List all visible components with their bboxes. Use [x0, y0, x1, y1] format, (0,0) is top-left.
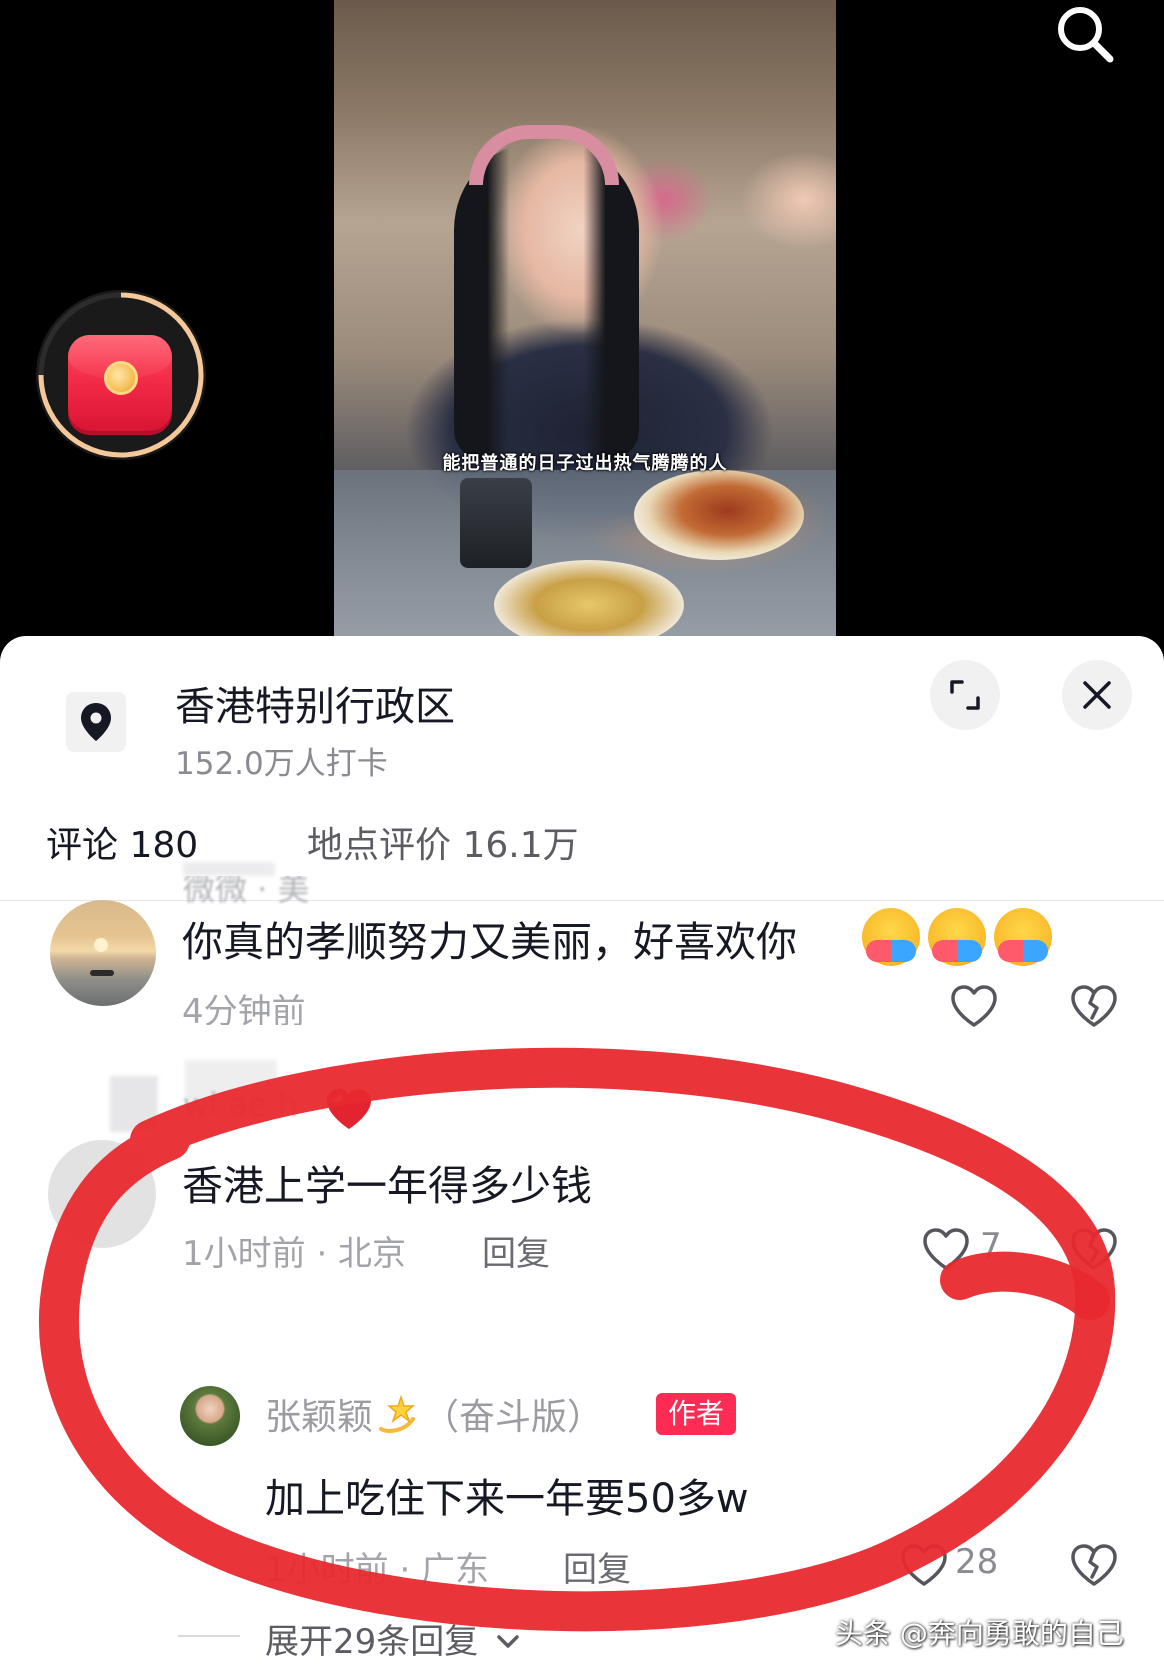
video-subtitle: 能把普通的日子过出热气腾腾的人	[442, 453, 728, 474]
location-title[interactable]: 香港特别行政区	[175, 674, 455, 732]
author-username-suffix: （奋斗版）	[423, 1397, 604, 1438]
expand-replies-button[interactable]: 展开29条回复	[265, 1614, 521, 1663]
heart-outline-icon[interactable]	[900, 1543, 948, 1587]
expand-button[interactable]	[930, 660, 1000, 730]
hugging-face-emoji	[994, 908, 1052, 966]
hugging-face-emoji	[928, 908, 986, 966]
comment-text: 香港上学一年得多少钱	[182, 1162, 592, 1210]
author-avatar[interactable]	[180, 1386, 240, 1446]
comment-tabs: 评论 180 地点评价 16.1万	[0, 816, 1164, 896]
heart-outline-icon[interactable]	[922, 1227, 970, 1271]
expand-replies-line	[178, 1635, 240, 1637]
heart-outline-icon[interactable]	[950, 984, 998, 1028]
avatar[interactable]	[50, 900, 156, 1006]
author-username-text: 张颖颖	[265, 1397, 374, 1438]
comment-username[interactable]: wi ae h	[183, 1086, 298, 1124]
dizzy-star-emoji	[379, 1394, 416, 1433]
reply-button[interactable]: 回复	[563, 1542, 631, 1591]
comment-time: 1小时前 · 北京	[182, 1234, 407, 1274]
comment-sheet: 香港特别行政区 152.0万人打卡 评论 180 地点评价 16.1万 微微 ·…	[0, 636, 1164, 1675]
video-plate-rice	[494, 560, 684, 640]
author-username[interactable]: 张颖颖 （奋斗版）	[265, 1388, 603, 1440]
author-badge: 作者	[656, 1393, 737, 1435]
username-mask	[110, 1076, 158, 1132]
chevron-down-icon	[497, 1635, 519, 1648]
expand-replies-label: 展开29条回复	[265, 1622, 479, 1662]
video-person-hair	[454, 140, 639, 460]
tab-location-reviews[interactable]: 地点评价 16.1万	[307, 816, 579, 868]
location-pin-icon	[81, 703, 111, 741]
tabs-divider	[0, 900, 1164, 901]
broken-heart-icon[interactable]	[1070, 984, 1118, 1028]
close-icon	[1083, 681, 1111, 709]
reply-button[interactable]: 回复	[482, 1226, 550, 1275]
close-button[interactable]	[1062, 660, 1132, 730]
tab-comments[interactable]: 评论 180	[46, 816, 198, 868]
comment-text: 你真的孝顺努力又美丽，好喜欢你	[182, 918, 797, 966]
broken-heart-icon[interactable]	[1070, 1543, 1118, 1587]
video-player[interactable]: 能把普通的日子过出热气腾腾的人	[0, 0, 1164, 660]
expand-icon	[950, 680, 980, 710]
reply-text: 加上吃住下来一年要50多w	[265, 1476, 749, 1522]
hugging-face-emoji	[862, 908, 920, 966]
like-count: 7	[980, 1226, 1002, 1266]
video-person-hairband	[469, 125, 619, 185]
location-checkins: 152.0万人打卡	[175, 746, 388, 782]
red-packet-icon	[68, 335, 172, 431]
video-cup	[460, 478, 532, 568]
avatar[interactable]	[48, 1140, 156, 1248]
video-plate	[634, 470, 804, 560]
watermark: 头条 @奔向勇敢的自己	[835, 1617, 1124, 1650]
like-count: 28	[955, 1542, 999, 1582]
red-heart-emoji	[327, 1089, 371, 1129]
location-icon-box[interactable]	[66, 692, 126, 752]
broken-heart-icon[interactable]	[1070, 1227, 1118, 1271]
search-icon[interactable]	[1052, 2, 1118, 68]
video-frame[interactable]: 能把普通的日子过出热气腾腾的人	[334, 0, 836, 640]
reply-time: 1小时前 · 广东	[265, 1550, 490, 1590]
username-mask	[183, 862, 275, 876]
comment-time: 4分钟前	[182, 992, 306, 1032]
red-packet-button[interactable]	[36, 290, 206, 460]
